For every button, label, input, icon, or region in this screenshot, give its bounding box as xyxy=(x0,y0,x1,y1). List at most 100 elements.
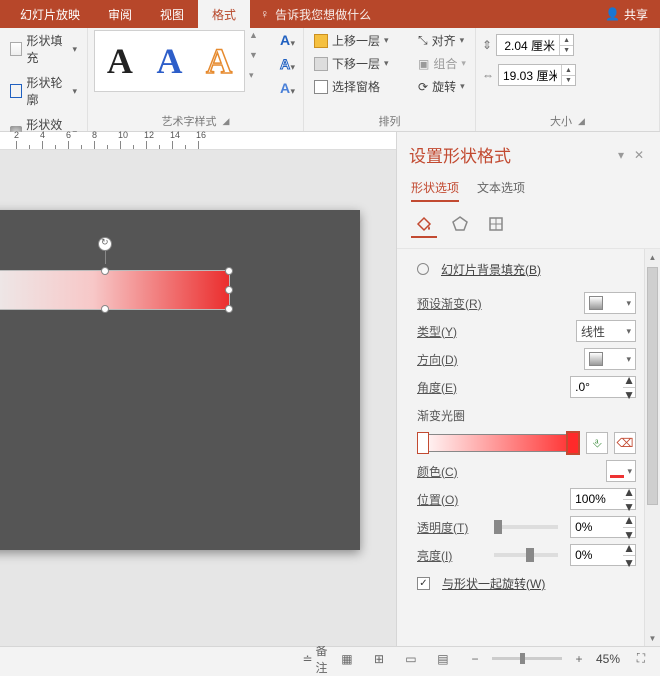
position-down[interactable]: ▼ xyxy=(623,499,635,514)
tab-format[interactable]: 格式 xyxy=(198,0,250,28)
transparency-spinner[interactable]: ▲▼ xyxy=(570,516,636,538)
scroll-down-button[interactable]: ▼ xyxy=(645,630,660,646)
zoom-in-button[interactable]: + xyxy=(568,650,590,668)
position-spinner[interactable]: ▲▼ xyxy=(570,488,636,510)
gradient-stops-label: 渐变光圈 xyxy=(417,407,636,424)
tab-review[interactable]: 审阅 xyxy=(94,0,146,28)
rotate-with-shape-option[interactable]: ✓与形状一起旋转(W) xyxy=(417,569,636,597)
brightness-spinner[interactable]: ▲▼ xyxy=(570,544,636,566)
canvas-area: 246810121416 ↻ xyxy=(0,132,396,646)
selection-pane-button[interactable]: 选择窗格 xyxy=(310,76,410,97)
share-button[interactable]: 👤 共享 xyxy=(593,0,660,28)
wordart-preset-1[interactable]: A xyxy=(107,40,133,82)
transparency-up[interactable]: ▲ xyxy=(623,513,635,527)
scroll-thumb[interactable] xyxy=(647,267,658,505)
resize-handle-e[interactable] xyxy=(225,286,233,294)
height-up[interactable]: ▲ xyxy=(559,35,573,45)
zoom-out-button[interactable]: − xyxy=(464,650,486,668)
position-up[interactable]: ▲ xyxy=(623,485,635,499)
gallery-scroll-up[interactable]: ▲ xyxy=(249,30,265,50)
shape-outline-button[interactable]: 形状轮廓▾ xyxy=(6,72,81,110)
transparency-slider[interactable] xyxy=(494,525,559,529)
selected-shape[interactable]: ↻ xyxy=(0,270,230,310)
fit-to-window-button[interactable]: ⛶ xyxy=(630,650,652,668)
resize-handle-ne[interactable] xyxy=(225,267,233,275)
height-input[interactable] xyxy=(497,38,559,52)
effects-category[interactable] xyxy=(447,212,473,238)
size-dialog-launcher[interactable]: ◢ xyxy=(578,116,585,127)
tell-me[interactable]: ♀ 告诉我您想做什么 xyxy=(250,0,381,28)
scroll-up-button[interactable]: ▲ xyxy=(645,249,660,265)
resize-handle-se[interactable] xyxy=(225,305,233,313)
type-selector[interactable]: 线性▾ xyxy=(576,320,636,342)
text-outline-button[interactable]: A▾ xyxy=(273,54,297,74)
pane-tab-text-options[interactable]: 文本选项 xyxy=(477,175,525,202)
fill-line-category[interactable] xyxy=(411,212,437,238)
group-label: 组合 xyxy=(433,55,457,72)
text-effects-button[interactable]: A▾ xyxy=(273,78,297,98)
wordart-preset-3[interactable]: A xyxy=(206,40,232,82)
rotate-label: 旋转 xyxy=(432,78,456,95)
angle-down[interactable]: ▼ xyxy=(623,387,635,402)
direction-selector[interactable]: ▾ xyxy=(584,348,636,370)
zoom-thumb[interactable] xyxy=(520,653,525,664)
zoom-slider[interactable] xyxy=(492,657,562,660)
resize-handle-s[interactable] xyxy=(101,305,109,313)
bring-forward-button[interactable]: 上移一层▾ xyxy=(310,30,410,51)
pane-menu-button[interactable]: ▾ xyxy=(612,146,630,164)
brightness-down[interactable]: ▼ xyxy=(623,555,635,570)
view-normal-button[interactable]: ▦ xyxy=(336,650,358,668)
radio-unchecked-icon xyxy=(417,263,429,275)
view-reading-button[interactable]: ▭ xyxy=(400,650,422,668)
position-input[interactable] xyxy=(571,492,623,506)
width-up[interactable]: ▲ xyxy=(561,65,575,75)
gradient-stop-1[interactable] xyxy=(417,432,429,454)
tab-slideshow[interactable]: 幻灯片放映 xyxy=(6,0,94,28)
text-fill-button[interactable]: A▾ xyxy=(273,30,297,50)
add-stop-button[interactable]: ⎀ xyxy=(586,432,608,454)
height-down[interactable]: ▼ xyxy=(559,45,573,55)
gradient-track[interactable] xyxy=(417,434,580,452)
wordart-dialog-launcher[interactable]: ◢ xyxy=(223,116,230,127)
view-slideshow-button[interactable]: ▤ xyxy=(432,650,454,668)
size-properties-category[interactable] xyxy=(483,212,509,238)
notes-button[interactable]: ≐ 备注 xyxy=(304,650,326,668)
width-down[interactable]: ▼ xyxy=(561,75,575,85)
brightness-up[interactable]: ▲ xyxy=(623,541,635,555)
brightness-slider[interactable] xyxy=(494,553,559,557)
angle-input[interactable] xyxy=(571,380,623,394)
pane-scrollbar[interactable]: ▲ ▼ xyxy=(644,249,660,646)
rotate-with-shape-label: 与形状一起旋转(W) xyxy=(442,575,545,592)
gradient-stop-2[interactable] xyxy=(567,432,579,454)
pentagon-icon xyxy=(450,214,470,234)
pane-tab-shape-options[interactable]: 形状选项 xyxy=(411,175,459,202)
gallery-expand[interactable]: ▾ xyxy=(249,70,265,90)
tab-view[interactable]: 视图 xyxy=(146,0,198,28)
slide-canvas[interactable]: ↻ xyxy=(0,150,396,646)
paint-bucket-icon xyxy=(10,42,22,56)
send-backward-button[interactable]: 下移一层▾ xyxy=(310,53,410,74)
brightness-label: 亮度(I) xyxy=(417,547,482,564)
wordart-gallery[interactable]: A A A xyxy=(94,30,245,92)
color-picker[interactable]: ▾ xyxy=(606,460,636,482)
gradient-swatch-icon xyxy=(589,296,603,310)
angle-up[interactable]: ▲ xyxy=(623,373,635,387)
rotate-handle[interactable]: ↻ xyxy=(98,237,112,251)
preset-gradient-selector[interactable]: ▾ xyxy=(584,292,636,314)
transparency-thumb[interactable] xyxy=(494,520,502,534)
gallery-scroll-down[interactable]: ▼ xyxy=(249,50,265,70)
slide[interactable]: ↻ xyxy=(0,210,360,550)
view-sorter-button[interactable]: ⊞ xyxy=(368,650,390,668)
pane-close-button[interactable]: ✕ xyxy=(630,146,648,164)
brightness-thumb[interactable] xyxy=(526,548,534,562)
brightness-input[interactable] xyxy=(571,548,623,562)
angle-spinner[interactable]: ▲▼ xyxy=(570,376,636,398)
shape-fill-button[interactable]: 形状填充▾ xyxy=(6,30,81,68)
remove-stop-button[interactable]: ⌫ xyxy=(614,432,636,454)
wordart-preset-2[interactable]: A xyxy=(156,40,182,82)
transparency-down[interactable]: ▼ xyxy=(623,527,635,542)
resize-handle-n[interactable] xyxy=(101,267,109,275)
transparency-input[interactable] xyxy=(571,520,623,534)
slide-bg-fill-option[interactable]: 幻灯片背景填充(B) xyxy=(417,255,636,283)
person-icon: 👤 xyxy=(605,7,620,21)
